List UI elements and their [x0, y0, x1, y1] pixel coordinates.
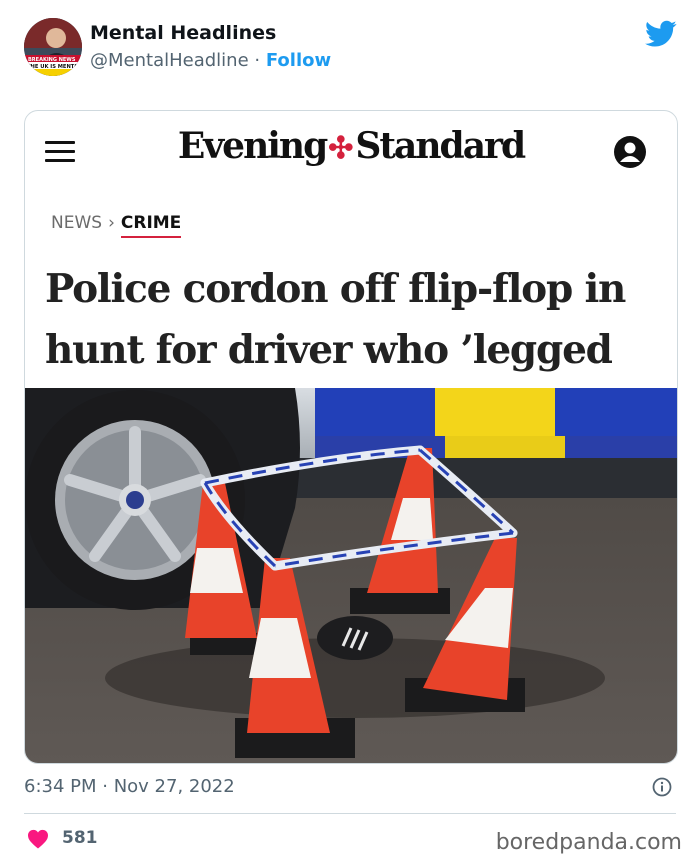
follow-button[interactable]: Follow — [266, 50, 331, 71]
handle-separator: · — [254, 50, 261, 71]
avatar[interactable]: BREAKING NEWS THE UK IS MENTAL — [24, 18, 82, 76]
breadcrumb: NEWS › CRIME — [51, 213, 182, 238]
info-icon[interactable] — [652, 777, 672, 797]
author-handle[interactable]: @MentalHeadline — [90, 50, 249, 71]
author-name[interactable]: Mental Headlines — [90, 22, 276, 44]
article-card[interactable]: Evening✣Standard NEWS › CRIME Police cordo… — [24, 110, 678, 764]
account-icon[interactable] — [613, 135, 647, 169]
divider — [24, 813, 676, 814]
watermark: boredpanda.com — [495, 830, 682, 855]
masthead: Evening✣Standard — [25, 125, 677, 167]
avatar-banner: THE UK IS MENTAL — [27, 64, 82, 70]
author-handle-row: @MentalHeadline · Follow — [90, 50, 331, 71]
avatar-tag: BREAKING NEWS — [28, 57, 76, 63]
tweet: BREAKING NEWS THE UK IS MENTAL Mental He… — [0, 0, 700, 866]
like-count[interactable]: 581 — [62, 828, 98, 848]
breadcrumb-separator: › — [108, 213, 115, 233]
masthead-left: Evening — [177, 125, 328, 167]
twitter-bird-icon[interactable] — [645, 20, 677, 48]
police-cordon-photo[interactable] — [25, 388, 677, 763]
masthead-right: Standard — [355, 125, 526, 167]
breadcrumb-crime[interactable]: CRIME — [120, 213, 182, 238]
tweet-timestamp[interactable]: 6:34 PM · Nov 27, 2022 — [24, 776, 235, 797]
heart-icon[interactable] — [27, 829, 49, 849]
breadcrumb-news[interactable]: NEWS — [51, 213, 102, 233]
masthead-cross-icon: ✣ — [328, 131, 354, 166]
